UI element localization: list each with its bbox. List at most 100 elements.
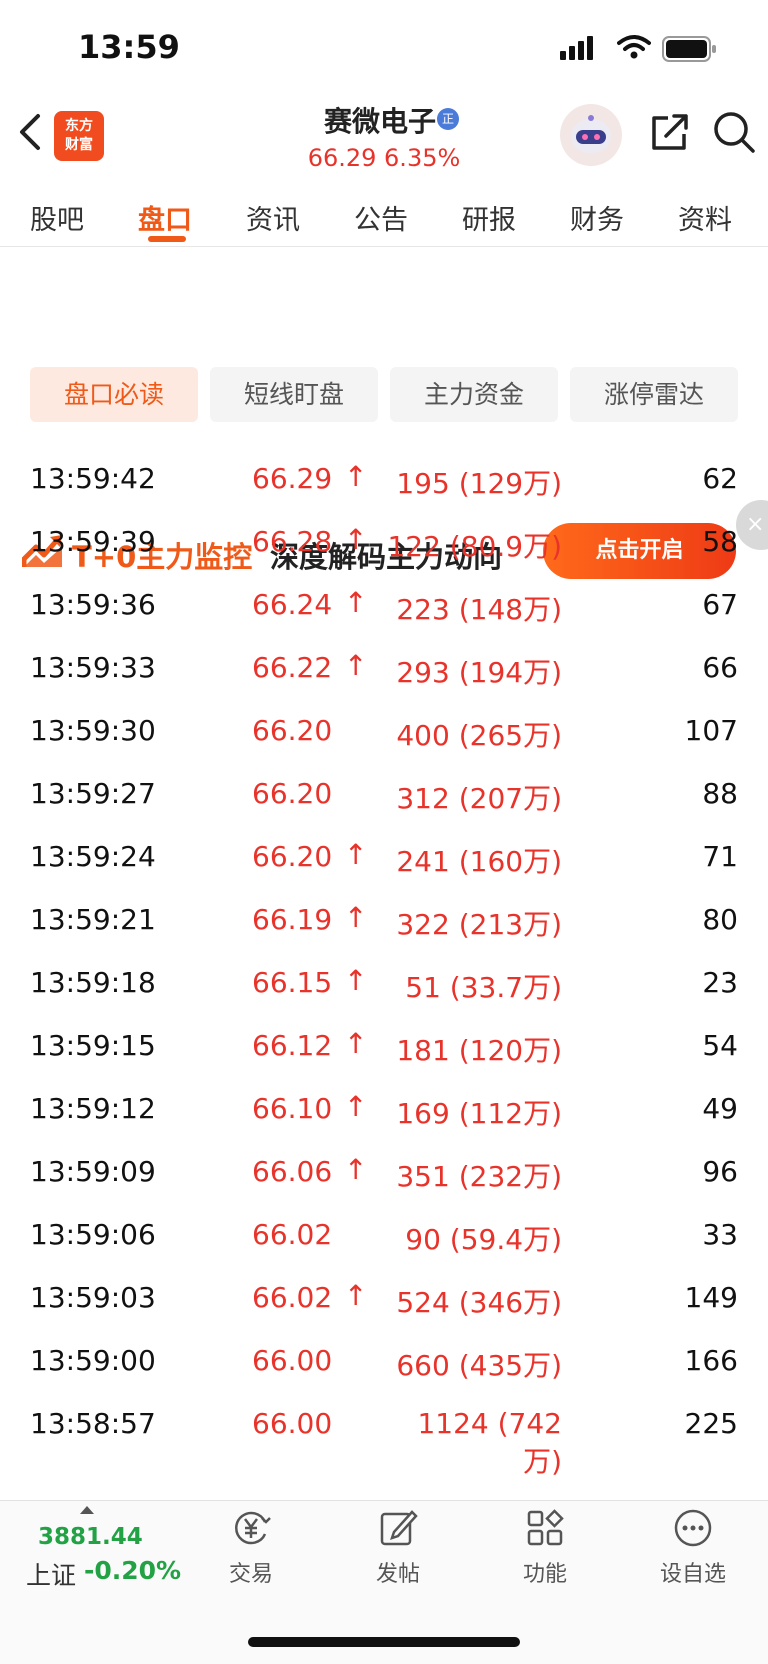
search-icon[interactable] — [712, 110, 756, 154]
trade-count: 80 — [702, 903, 738, 936]
up-arrow-icon: ↑ — [344, 523, 368, 556]
trade-row: 13:59:03 66.02 ↑ 524 (346万) 149 — [0, 1267, 768, 1334]
app-logo[interactable]: 东方 财富 — [54, 111, 104, 161]
cellular-signal-icon — [560, 36, 593, 60]
trade-row: 13:59:12 66.10 ↑ 169 (112万) 49 — [0, 1078, 768, 1145]
expand-caret-icon[interactable] — [80, 1506, 94, 1514]
tab-pankou[interactable]: 盘口 — [138, 198, 192, 237]
trade-price: 66.28 — [252, 525, 333, 558]
nav-post[interactable]: 发帖 — [343, 1508, 453, 1588]
trade-time: 13:59:39 — [30, 525, 156, 558]
nav-functions[interactable]: 功能 — [490, 1508, 600, 1588]
edit-post-icon — [380, 1510, 418, 1546]
trade-time: 13:59:27 — [30, 777, 156, 810]
stock-tabs: 股吧 盘口 资讯 公告 研报 财务 资料 — [0, 182, 768, 247]
trade-time: 13:59:21 — [30, 903, 156, 936]
trade-count: 23 — [702, 966, 738, 999]
promo-banner[interactable]: T+0主力监控 深度解码主力动向 点击开启 × — [0, 252, 768, 579]
nav-add-watchlist[interactable]: 设自选 — [638, 1508, 748, 1588]
trade-volume: 524 (346万) — [396, 1286, 562, 1319]
up-arrow-icon: ↑ — [344, 901, 368, 934]
up-arrow-icon: ↑ — [344, 460, 368, 493]
trade-time: 13:59:30 — [30, 714, 156, 747]
trade-count: 107 — [684, 714, 738, 747]
index-change[interactable]: -0.20% — [84, 1556, 181, 1585]
trade-row: 13:59:15 66.12 ↑ 181 (120万) 54 — [0, 1015, 768, 1082]
trade-time: 13:59:03 — [30, 1281, 156, 1314]
wifi-icon — [617, 35, 651, 59]
trade-price: 66.00 — [252, 1407, 333, 1440]
trade-count: 96 — [702, 1155, 738, 1188]
nav-add-watchlist-label: 设自选 — [659, 1562, 726, 1587]
trade-volume: 90 (59.4万) — [405, 1223, 562, 1256]
trade-count: 49 — [702, 1092, 738, 1125]
trade-count: 33 — [702, 1218, 738, 1251]
trade-volume: 660 (435万) — [396, 1349, 562, 1382]
trade-volume: 400 (265万) — [396, 719, 562, 752]
back-chevron-icon[interactable] — [16, 112, 44, 152]
nav-trade-label: 交易 — [228, 1562, 273, 1587]
trade-price: 66.12 — [252, 1029, 333, 1062]
trade-row: 13:59:00 66.00 660 (435万) 166 — [0, 1330, 768, 1397]
trade-count: 54 — [702, 1029, 738, 1062]
nav-trade[interactable]: 交易 — [196, 1508, 306, 1588]
status-bar: 13:59 — [0, 0, 768, 100]
trade-price: 66.00 — [252, 1344, 333, 1377]
up-arrow-icon: ↑ — [344, 649, 368, 682]
trade-time: 13:59:36 — [30, 588, 156, 621]
tab-finance[interactable]: 财务 — [570, 198, 624, 237]
tab-profile[interactable]: 资料 — [678, 198, 732, 237]
trade-volume: 122 (80.9万) — [387, 530, 562, 563]
stock-name: 赛微电子 — [323, 105, 436, 138]
more-dots-icon — [674, 1509, 712, 1547]
tab-research[interactable]: 研报 — [462, 198, 516, 237]
active-tab-indicator — [148, 236, 186, 242]
trade-price: 66.02 — [252, 1218, 333, 1251]
up-arrow-icon: ↑ — [344, 1153, 368, 1186]
trade-yen-icon — [235, 1511, 271, 1545]
trade-count: 88 — [702, 777, 738, 810]
verified-badge-icon: 正 — [437, 108, 459, 130]
trade-time: 13:59:24 — [30, 840, 156, 873]
segment-limit-up-radar[interactable]: 涨停雷达 — [570, 367, 738, 422]
trade-count: 225 — [684, 1407, 738, 1440]
tab-news[interactable]: 资讯 — [246, 198, 300, 237]
trade-row: 13:59:33 66.22 ↑ 293 (194万) 66 — [0, 637, 768, 704]
trade-row: 13:59:30 66.20 400 (265万) 107 — [0, 700, 768, 767]
trade-volume: 1124 (742万) — [417, 1407, 562, 1478]
index-name[interactable]: 上证 — [26, 1556, 76, 1592]
index-value[interactable]: 3881.44 — [38, 1524, 143, 1550]
status-time: 13:59 — [78, 28, 180, 66]
trade-volume: 322 (213万) — [396, 908, 562, 941]
tab-announcements[interactable]: 公告 — [354, 198, 408, 237]
trade-count: 67 — [702, 588, 738, 621]
trade-price: 66.22 — [252, 651, 333, 684]
trade-row: 13:59:21 66.19 ↑ 322 (213万) 80 — [0, 889, 768, 956]
trade-row: 13:59:36 66.24 ↑ 223 (148万) 67 — [0, 574, 768, 641]
trade-price: 66.20 — [252, 840, 333, 873]
trade-volume: 51 (33.7万) — [405, 971, 562, 1004]
trade-volume: 195 (129万) — [396, 467, 562, 500]
trade-volume: 241 (160万) — [396, 845, 562, 878]
trade-row: 13:59:24 66.20 ↑ 241 (160万) 71 — [0, 826, 768, 893]
trade-price: 66.20 — [252, 777, 333, 810]
segment-main-funds[interactable]: 主力资金 — [390, 367, 558, 422]
home-indicator — [248, 1637, 520, 1647]
trade-time: 13:59:09 — [30, 1155, 156, 1188]
nav-post-label: 发帖 — [375, 1562, 420, 1587]
trade-volume: 351 (232万) — [396, 1160, 562, 1193]
trade-time: 13:58:57 — [30, 1407, 156, 1440]
segment-must-read[interactable]: 盘口必读 — [30, 367, 198, 422]
trade-price: 66.10 — [252, 1092, 333, 1125]
trade-volume: 169 (112万) — [396, 1097, 562, 1130]
share-icon[interactable] — [648, 112, 690, 154]
stock-price-change: 66.29 6.35% — [307, 144, 461, 172]
up-arrow-icon: ↑ — [344, 838, 368, 871]
up-arrow-icon: ↑ — [344, 964, 368, 997]
ai-assistant-avatar[interactable] — [560, 104, 622, 166]
trade-volume: 293 (194万) — [396, 656, 562, 689]
trade-row: 13:59:27 66.20 312 (207万) 88 — [0, 763, 768, 830]
segment-short-term[interactable]: 短线盯盘 — [210, 367, 378, 422]
robot-icon — [571, 115, 611, 153]
tab-guba[interactable]: 股吧 — [30, 198, 84, 237]
